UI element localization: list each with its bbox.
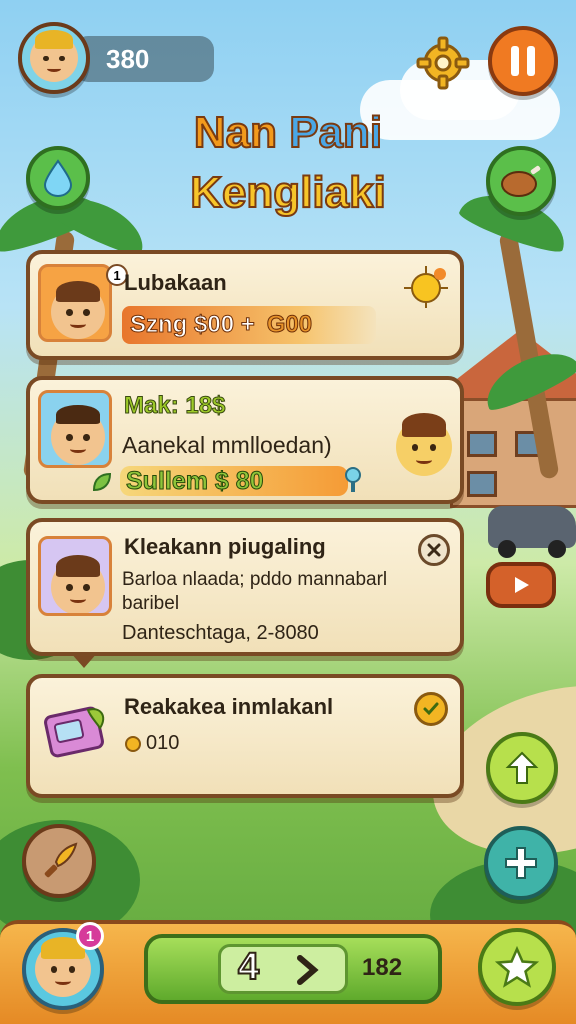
play-icon bbox=[515, 577, 529, 593]
coin-value: 380 bbox=[106, 43, 150, 74]
avatar bbox=[30, 30, 78, 82]
stage-current: 4 bbox=[237, 945, 260, 989]
quest-card-1[interactable]: 1 Lubakaan Szng $00 + G00 bbox=[26, 250, 464, 360]
quest-card-4[interactable]: Reakakea inmlakanl 010 bbox=[26, 674, 464, 798]
notification-badge: 1 bbox=[76, 922, 104, 950]
quest-card-3[interactable]: Kleakann piugaling Barloa nlaada; pddo m… bbox=[26, 518, 464, 668]
gear-icon bbox=[416, 36, 470, 90]
card-date: Danteschtaga, 2-8080 bbox=[122, 622, 319, 644]
chevron-right-icon[interactable] bbox=[294, 954, 320, 986]
stage-total: 182 bbox=[362, 954, 403, 981]
reward-text: Szng $00 + bbox=[130, 311, 256, 339]
key-icon bbox=[345, 467, 361, 492]
pause-button[interactable] bbox=[488, 26, 558, 96]
stage-selector[interactable]: 4 182 bbox=[144, 934, 442, 1004]
sun-bug-icon bbox=[404, 266, 448, 308]
character-portrait bbox=[38, 536, 112, 616]
card-title: Reakakea inmlakanl bbox=[124, 694, 334, 719]
game-title-line1: Nan Pani bbox=[0, 107, 576, 158]
pause-icon bbox=[511, 46, 535, 76]
title-word: Nan bbox=[193, 107, 278, 158]
player-avatar-button[interactable] bbox=[18, 22, 90, 94]
card-title: Kleakann piugaling bbox=[124, 534, 326, 559]
favorites-button[interactable] bbox=[478, 928, 556, 1006]
title-word: Pani bbox=[288, 107, 383, 158]
house bbox=[450, 398, 576, 508]
card-amount: 010 bbox=[146, 732, 180, 754]
coin-icon bbox=[125, 735, 141, 752]
card-body: Barloa nlaada; pddo mannabarl baribel bbox=[122, 569, 388, 614]
progress-bar: Sullem $ 80 bbox=[120, 466, 348, 496]
play-button[interactable] bbox=[486, 562, 556, 608]
card-title: Mak: 18$ bbox=[123, 392, 226, 420]
card-subtitle: Aanekal mmlloedan) bbox=[122, 432, 332, 458]
close-icon bbox=[427, 543, 441, 557]
check-badge[interactable] bbox=[414, 692, 448, 726]
game-title-line2: Kengliaki bbox=[189, 167, 387, 218]
character-portrait bbox=[38, 390, 112, 468]
leaf-icon bbox=[90, 470, 114, 494]
girl-character bbox=[396, 400, 452, 482]
check-icon bbox=[423, 702, 439, 716]
reward-pill: Szng $00 + G00 bbox=[122, 306, 376, 344]
brush-button[interactable] bbox=[22, 824, 96, 898]
character-portrait bbox=[38, 264, 112, 342]
close-button[interactable] bbox=[418, 534, 450, 566]
coin-counter: 380 bbox=[74, 36, 214, 82]
quest-card-2[interactable]: Mak: 18$ Aanekal mmlloedan) Sullem $ 80 bbox=[26, 376, 464, 504]
add-button[interactable] bbox=[484, 826, 558, 900]
arrow-up-icon bbox=[505, 751, 539, 784]
settings-button[interactable] bbox=[414, 34, 472, 92]
gift-box-icon bbox=[44, 706, 105, 758]
star-icon bbox=[495, 946, 539, 988]
car bbox=[488, 506, 576, 558]
upgrade-button[interactable] bbox=[486, 732, 558, 804]
progress-text: Sullem $ 80 bbox=[126, 467, 265, 496]
reward-extra: G00 bbox=[266, 311, 313, 339]
brush-icon bbox=[44, 842, 78, 878]
avatar bbox=[35, 936, 91, 997]
plus-icon bbox=[505, 847, 537, 879]
card-title: Lubakaan bbox=[124, 270, 227, 295]
amount-row: 010 bbox=[124, 732, 179, 755]
